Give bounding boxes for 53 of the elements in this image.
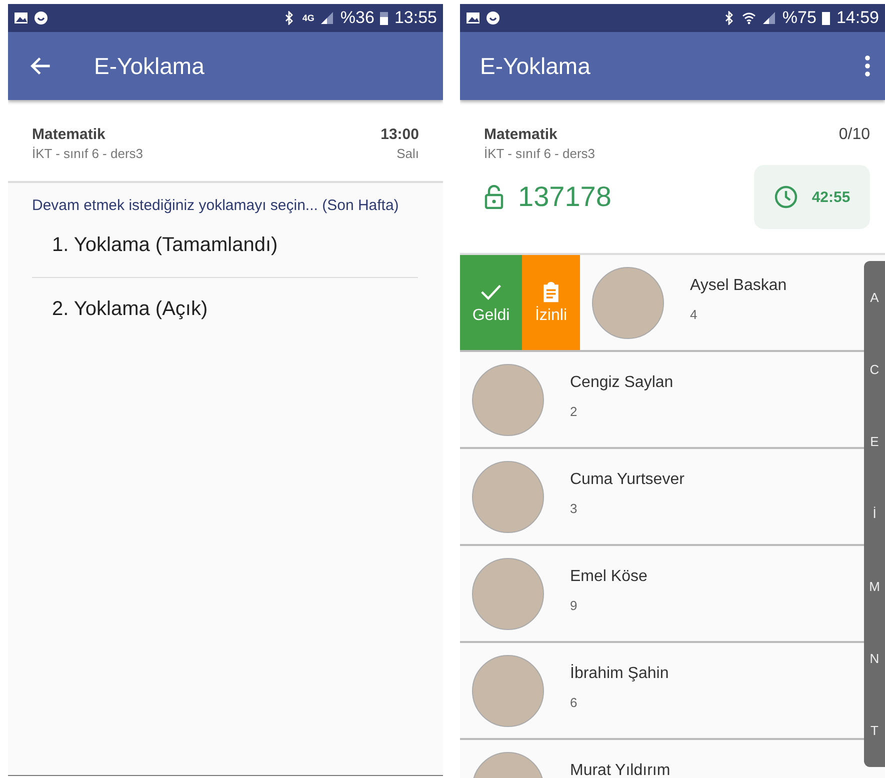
course-time: 13:00 [380, 126, 419, 143]
attendance-code: 137178 [518, 181, 612, 213]
student-name: Murat Yıldırım [570, 762, 670, 778]
student-name: İbrahim Şahin [570, 665, 669, 683]
unlocked-padlock-icon [484, 185, 504, 209]
excused-button[interactable]: İzinli [522, 255, 580, 350]
student-name: Aysel Baskan [690, 277, 787, 295]
student-number: 2 [570, 404, 578, 419]
battery-icon [380, 11, 388, 25]
student-number: 3 [570, 501, 578, 516]
course-name: Matematik [484, 126, 558, 143]
signal-icon [762, 11, 776, 25]
index-letter[interactable]: A [870, 290, 879, 305]
battery-percent: %36 [340, 8, 374, 28]
student-name: Cuma Yurtsever [570, 471, 684, 489]
index-letter[interactable]: T [870, 723, 878, 738]
network-type: 4G [302, 13, 314, 23]
battery-percent: %75 [782, 8, 816, 28]
prompt-text: Devam etmek istediğiniz yoklamayı seçin... (Son Hafta) [32, 197, 400, 214]
clock-icon [774, 185, 798, 209]
attendance-count: 0/10 [838, 126, 870, 145]
student-name: Emel Köse [570, 568, 648, 586]
smiley-icon [34, 11, 48, 25]
image-icon [466, 11, 480, 25]
status-time: 13:55 [394, 8, 437, 28]
session-item[interactable]: 1. Yoklama (Tamamlandı) [32, 214, 418, 278]
battery-icon [822, 11, 830, 25]
index-letter[interactable]: M [869, 578, 880, 594]
index-letter[interactable]: E [870, 434, 879, 450]
more-options-icon[interactable] [864, 55, 871, 77]
app-title: E-Yoklama [94, 52, 204, 80]
session-item[interactable]: 2. Yoklama (Açık) [32, 278, 418, 341]
student-row[interactable]: Geldi İzinli Aysel Baskan 4 [460, 255, 864, 352]
student-number: 4 [690, 307, 698, 322]
status-time: 14:59 [836, 8, 879, 28]
wifi-icon [742, 11, 756, 25]
index-letter[interactable]: İ [872, 506, 876, 522]
smiley-icon [486, 11, 500, 25]
signal-icon [320, 11, 334, 25]
timer-text: 42:55 [812, 188, 850, 206]
back-arrow-icon[interactable] [30, 55, 52, 77]
course-details: İKT - sınıf 6 - ders3 [484, 146, 596, 161]
image-icon [14, 11, 28, 25]
index-letter[interactable]: C [870, 362, 880, 377]
student-number: 6 [570, 695, 578, 710]
student-number: 9 [570, 598, 578, 613]
index-letter[interactable]: N [870, 651, 880, 666]
app-title: E-Yoklama [480, 52, 590, 80]
course-day: Salı [396, 146, 419, 161]
student-name: Cengiz Saylan [570, 374, 674, 392]
course-name: Matematik [32, 126, 106, 143]
course-details: İKT - sınıf 6 - ders3 [32, 146, 144, 161]
present-button[interactable]: Geldi [460, 255, 522, 350]
